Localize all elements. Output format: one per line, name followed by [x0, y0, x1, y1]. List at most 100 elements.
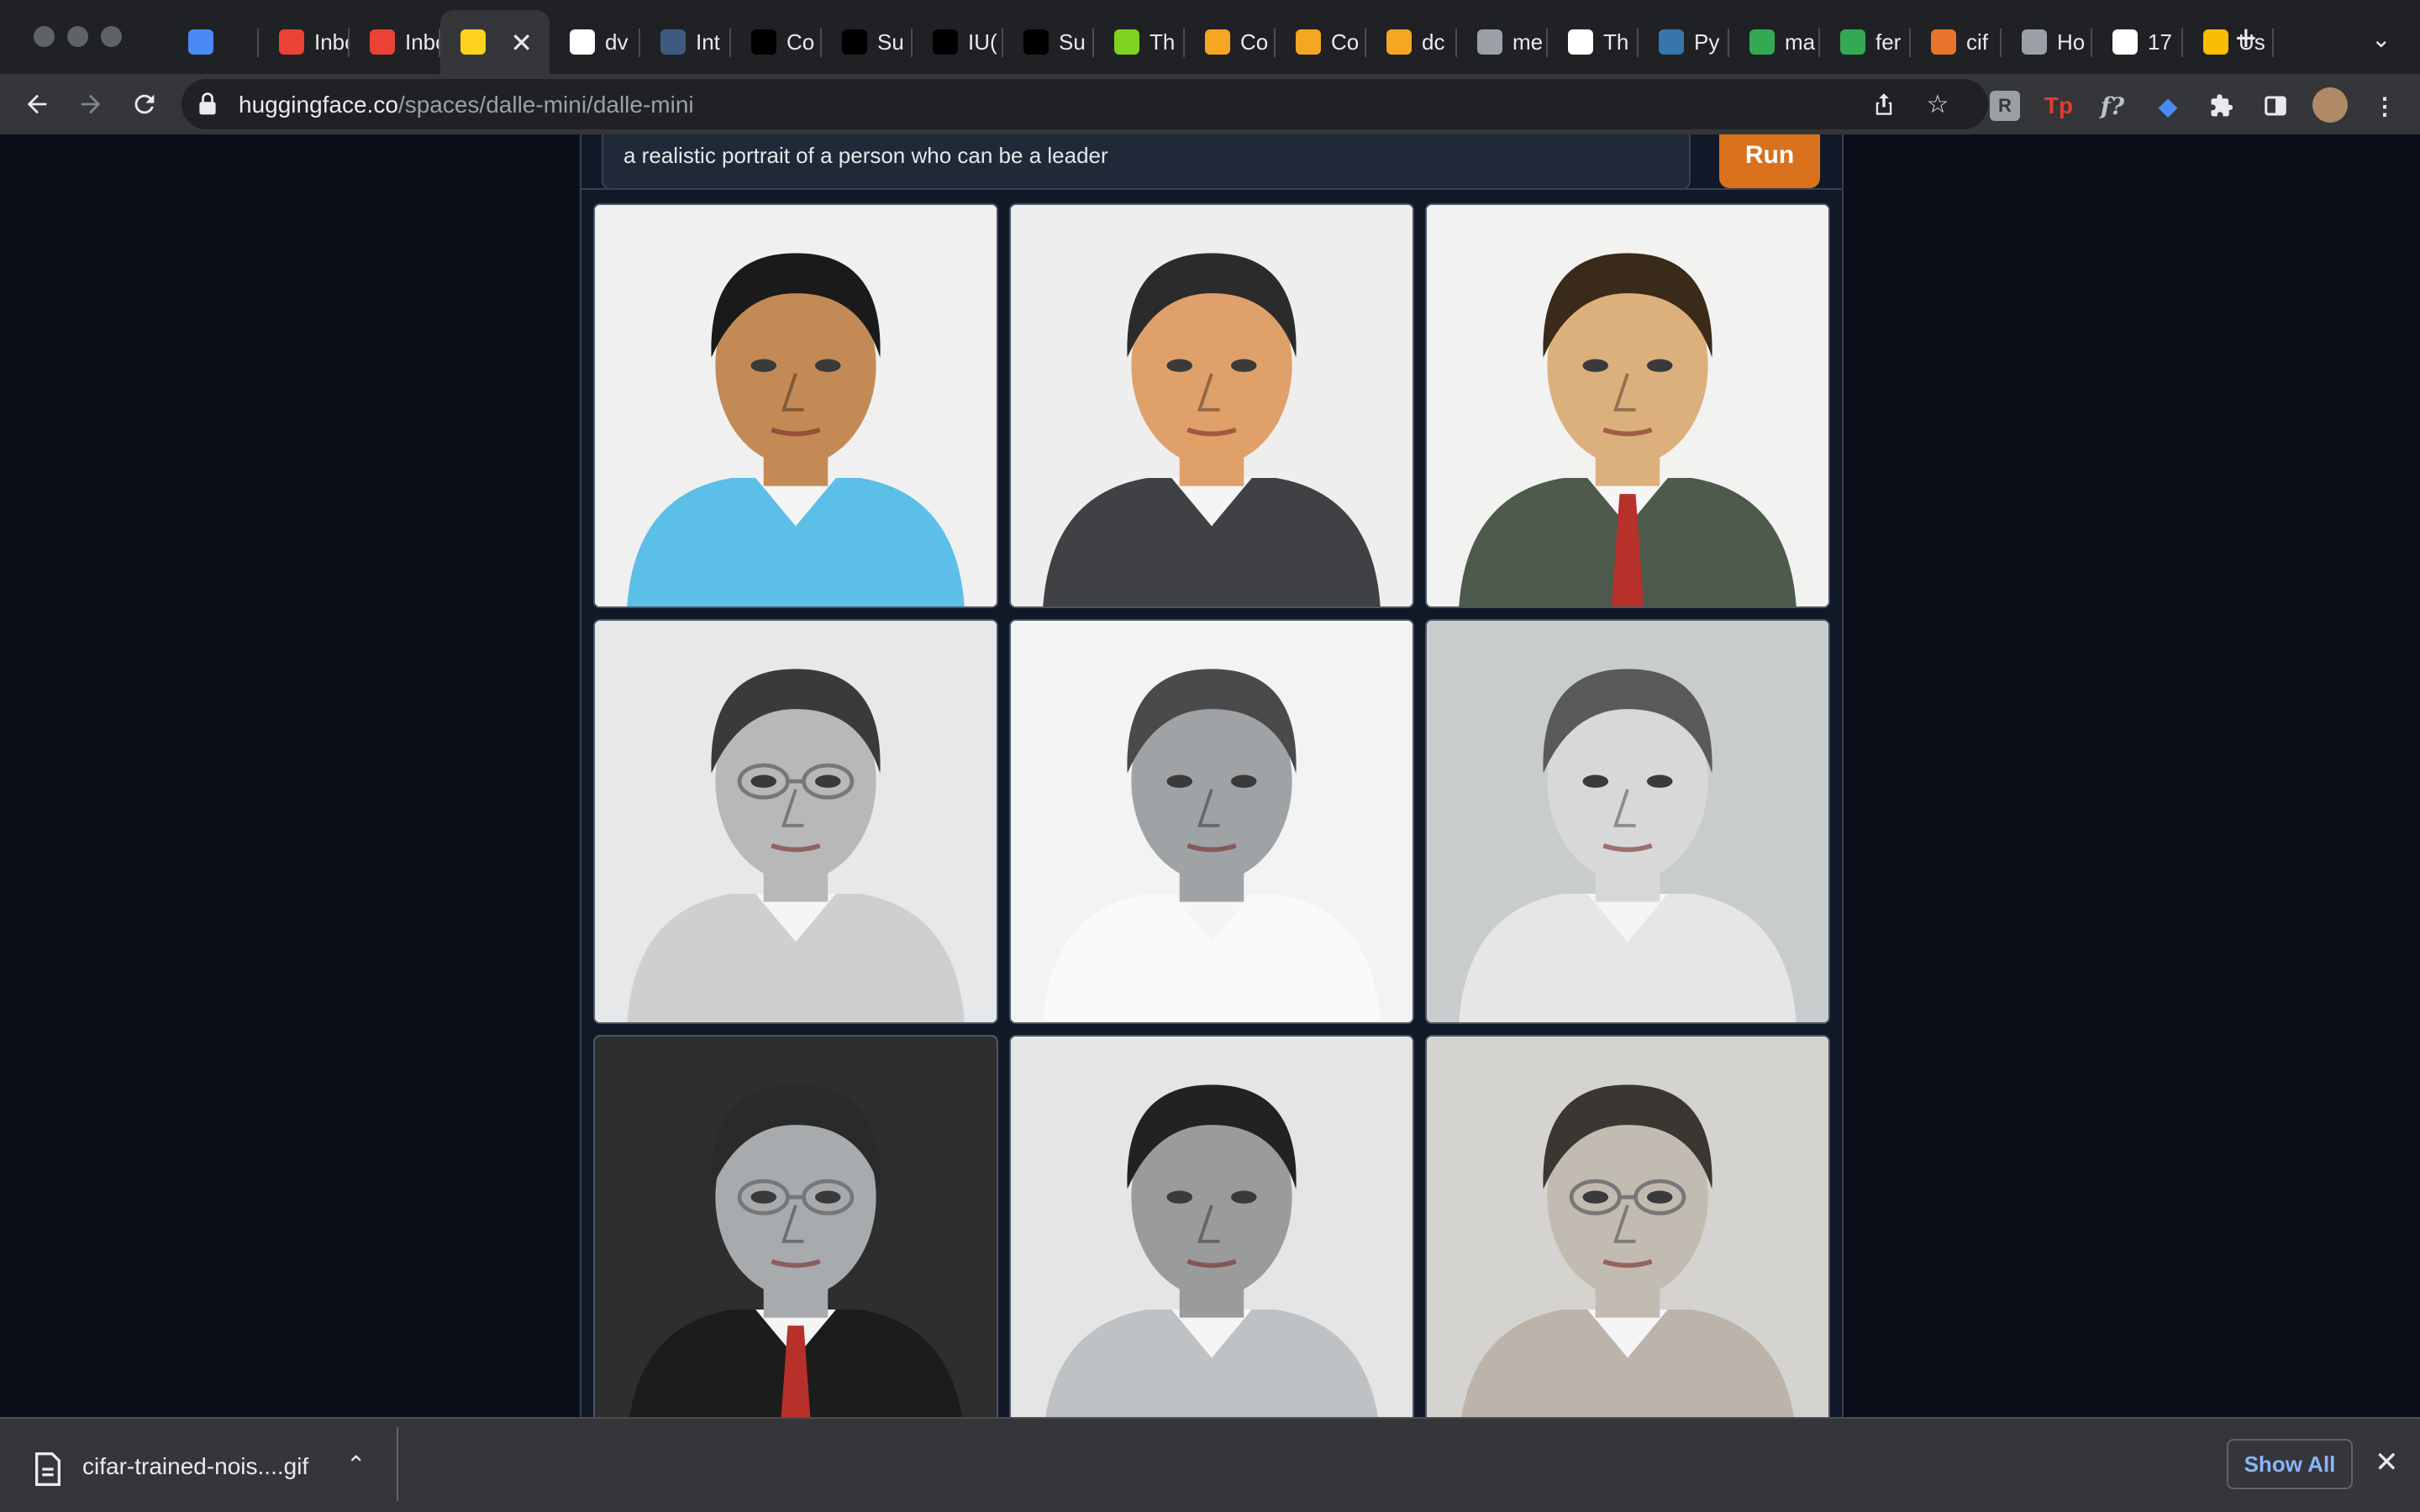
browser-tab[interactable]: Inbox [350, 10, 440, 74]
browser-tab[interactable]: Th [1548, 10, 1639, 74]
browser-tab[interactable]: Su [822, 10, 913, 74]
github-icon [570, 29, 595, 55]
browser-tab[interactable]: IU( [913, 10, 1003, 74]
browser-tab[interactable]: dc [1366, 10, 1457, 74]
dots-icon [933, 29, 958, 55]
tab-title: Int [696, 29, 720, 55]
browser-tab[interactable]: me [1457, 10, 1548, 74]
generated-image-4[interactable] [593, 619, 998, 1024]
browser-tab[interactable]: ma [1729, 10, 1820, 74]
browser-tab[interactable]: Inbox [259, 10, 350, 74]
browser-tab[interactable] [168, 10, 259, 74]
tab-title: Ho [2057, 29, 2086, 55]
portrait-image [1011, 1037, 1413, 1417]
portrait-image [1427, 621, 1828, 1022]
show-all-button[interactable]: Show All [2227, 1439, 2353, 1489]
tab-title: Inbox [314, 29, 348, 55]
circle-icon [1931, 29, 1956, 55]
tab-title: Su [877, 29, 904, 55]
dots-icon [751, 29, 776, 55]
generated-image-6[interactable] [1425, 619, 1830, 1024]
tab-title: dc [1422, 29, 1445, 55]
prompt-input[interactable]: a realistic portrait of a person who can… [602, 134, 1691, 190]
maximize-window-button[interactable] [101, 26, 122, 47]
new-tab-button[interactable]: + [2235, 20, 2257, 57]
bookmark-star-icon[interactable]: ☆ [1921, 87, 1954, 121]
drive-icon [1840, 29, 1865, 55]
address-bar[interactable]: huggingface.co/spaces/dalle-mini/dalle-m… [182, 79, 1988, 129]
page-content: a realistic portrait of a person who can… [0, 134, 2420, 1417]
gem-icon [188, 29, 213, 55]
arrow-left-icon [27, 94, 47, 114]
browser-tab[interactable]: Co [1185, 10, 1276, 74]
browser-tab[interactable]: Co [731, 10, 822, 74]
browser-tab[interactable]: Int [640, 10, 731, 74]
generated-image-7[interactable] [593, 1035, 998, 1417]
back-button[interactable] [15, 82, 59, 126]
prompt-text[interactable]: a realistic portrait of a person who can… [623, 143, 1108, 169]
forward-button[interactable] [69, 82, 113, 126]
extension-function-icon[interactable]: f? [2097, 91, 2128, 121]
portrait-image [595, 621, 997, 1022]
browser-tab[interactable]: Su [1003, 10, 1094, 74]
tab-title: dv [605, 29, 629, 55]
generated-image-9[interactable] [1425, 1035, 1830, 1417]
browser-tab[interactable]: ✕ [440, 10, 550, 74]
tab-title: Th [1150, 29, 1176, 55]
browser-tab[interactable]: fer [1820, 10, 1911, 74]
extension-gem-icon[interactable]: ◆ [2153, 91, 2183, 121]
browser-tab[interactable]: Py [1639, 10, 1729, 74]
side-panel-icon[interactable] [2260, 91, 2291, 121]
tab-title: Co [1240, 29, 1269, 55]
browser-tab[interactable]: Th [1094, 10, 1185, 74]
browser-tab[interactable]: Co [1276, 10, 1366, 74]
tab-title: Th [1603, 29, 1629, 55]
browser-tab[interactable]: 17 [2092, 10, 2183, 74]
lock-icon [199, 92, 216, 115]
url-text[interactable]: huggingface.co/spaces/dalle-mini/dalle-m… [239, 92, 694, 118]
extension-r-icon[interactable]: R [1990, 91, 2020, 121]
hp-icon [2112, 29, 2138, 55]
extension-tp-icon[interactable]: Tp [2044, 91, 2074, 121]
minimize-window-button[interactable] [67, 26, 88, 47]
generated-image-5[interactable] [1009, 619, 1414, 1024]
download-filename[interactable]: cifar-trained-nois....gif [82, 1453, 308, 1480]
infinity-icon [1386, 29, 1412, 55]
browser-tab[interactable]: Us [2183, 10, 2274, 74]
profile-avatar[interactable] [2312, 87, 2348, 123]
tab-title: Inbox [405, 29, 439, 55]
python-icon [1659, 29, 1684, 55]
generated-image-2[interactable] [1009, 203, 1414, 608]
browser-tab[interactable]: Ho [2002, 10, 2092, 74]
share-icon[interactable] [1867, 87, 1901, 121]
close-window-button[interactable] [34, 26, 55, 47]
infinity-icon [1205, 29, 1230, 55]
tab-title: fer [1876, 29, 1902, 55]
more-menu-icon[interactable]: ⋮ [2370, 91, 2400, 121]
generated-image-1[interactable] [593, 203, 998, 608]
generated-image-3[interactable] [1425, 203, 1830, 608]
portrait-image [1427, 1037, 1828, 1417]
infinity-icon [1477, 29, 1502, 55]
chevron-up-icon[interactable]: ⌃ [346, 1451, 366, 1478]
dots-icon [1023, 29, 1049, 55]
tab-title: ma [1785, 29, 1816, 55]
star-icon [2203, 29, 2228, 55]
gmail-icon [279, 29, 304, 55]
browser-tab[interactable]: dv [550, 10, 640, 74]
generated-image-8[interactable] [1009, 1035, 1414, 1417]
divider [397, 1427, 398, 1501]
tab-search-chevron-icon[interactable]: ⌄ [2371, 25, 2391, 53]
tab-title: cif [1966, 29, 1988, 55]
arrow-right-icon [81, 94, 101, 114]
smiley-icon [1114, 29, 1139, 55]
download-bar: cifar-trained-nois....gif ⌃ Show All ✕ [0, 1417, 2420, 1512]
reload-button[interactable] [123, 82, 166, 126]
puzzle-icon[interactable] [2207, 91, 2237, 121]
reload-icon [134, 94, 155, 114]
doc-icon [2022, 29, 2047, 55]
close-download-bar-icon[interactable]: ✕ [2375, 1446, 2399, 1479]
close-tab-icon[interactable]: ✕ [510, 27, 533, 59]
browser-tab[interactable]: cif [1911, 10, 2002, 74]
run-button[interactable]: Run [1719, 134, 1820, 188]
